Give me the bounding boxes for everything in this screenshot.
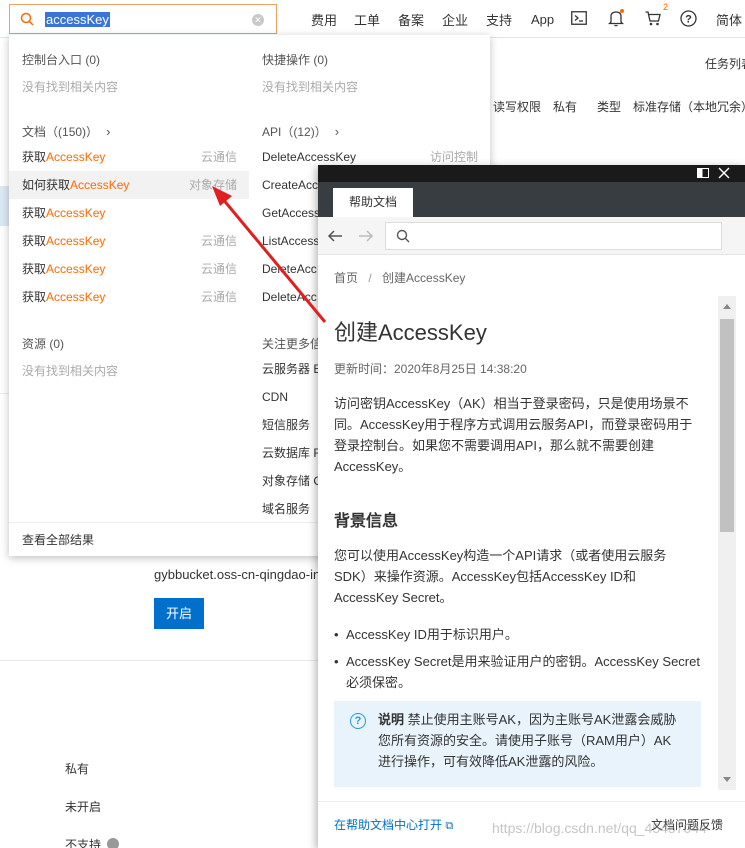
help-tab-bar: 帮助文档 (318, 182, 745, 217)
help-article: 首页 / 创建AccessKey 创建AccessKey 更新时间：2020年8… (318, 256, 745, 801)
cart-icon[interactable] (645, 11, 661, 26)
help-panel-titlebar (318, 165, 745, 182)
dock-icon[interactable] (697, 168, 709, 178)
storage-type-value: 标准存储（本地冗余） (633, 100, 745, 114)
doc-result-item[interactable]: 获取AccessKey 云通信 (9, 283, 249, 311)
background-paragraph: 您可以使用AccessKey构造一个API请求（或者使用云服务SDK）来操作资源… (334, 548, 667, 605)
help-search-input[interactable] (385, 222, 722, 250)
article-updated-time: 更新时间：2020年8月25日 14:38:20 (334, 362, 527, 376)
breadcrumb-current[interactable]: 创建AccessKey (382, 271, 465, 285)
language-switch[interactable]: 简体 (716, 0, 742, 38)
resources-empty: 没有找到相关内容 (22, 364, 119, 378)
nav-support[interactable]: 支持 (486, 0, 512, 38)
bucket-domain: gybbucket.oss-cn-qingdao-in (154, 567, 321, 582)
rw-perm-value: 私有 (553, 100, 578, 114)
bullet-item: AccessKey Secret是用来验证用户的密钥。AccessKey Sec… (334, 651, 706, 693)
scroll-up-icon[interactable] (723, 304, 731, 309)
doc-result-item[interactable]: 获取AccessKey 云通信 (9, 227, 249, 255)
note-text: 说明 禁止使用主账号AK，因为主账号AK泄露会威胁您所有资源的安全。请使用子账号… (378, 712, 677, 769)
close-icon[interactable] (718, 167, 730, 179)
bullet-item: AccessKey ID用于标识用户。 (334, 624, 706, 645)
help-icon[interactable]: ? (680, 10, 697, 27)
bg-highlight-band (0, 186, 9, 226)
forward-arrow-icon[interactable] (358, 229, 374, 243)
bg-divider (0, 660, 318, 661)
breadcrumb-separator: / (368, 271, 372, 285)
quick-ops-empty: 没有找到相关内容 (262, 80, 359, 94)
resources-heading: 资源 (0) (22, 337, 65, 351)
nav-app[interactable]: App (531, 0, 554, 38)
search-icon (396, 229, 410, 243)
quick-ops-heading: 快捷操作 (0) (262, 53, 329, 67)
row-private: 私有 (65, 762, 90, 776)
bg-divider (0, 393, 9, 394)
scrollbar[interactable] (718, 296, 736, 790)
tab-help-docs[interactable]: 帮助文档 (333, 188, 413, 217)
help-doc-panel: 帮助文档 首页 / 创建AccessKey 创建AccessKey 更新时间：2… (318, 165, 745, 848)
top-bar: accessKey ✕ 费用 工单 备案 企业 支持 App 2 ? 简体 (0, 0, 745, 38)
help-nav-bar (318, 217, 745, 255)
article-intro: 访问密钥AccessKey（AK）相当于登录密码，只是使用场景不同。Access… (334, 396, 693, 474)
section-heading-background: 背景信息 (334, 513, 399, 530)
breadcrumb: 首页 / 创建AccessKey (334, 269, 465, 286)
doc-result-item[interactable]: 获取AccessKey (9, 199, 249, 227)
row-disabled: 未开启 (65, 800, 102, 814)
chevron-right-icon: › (106, 124, 111, 139)
nav-enterprise[interactable]: 企业 (442, 0, 468, 38)
open-in-help-center-link[interactable]: 在帮助文档中心打开 ⧉ (334, 816, 453, 833)
global-search[interactable]: accessKey ✕ (9, 4, 277, 34)
docs-heading[interactable]: 文档（(150)） › (22, 123, 110, 140)
console-entry-empty: 没有找到相关内容 (22, 80, 119, 94)
doc-result-item[interactable]: 获取AccessKey 云通信 (9, 255, 249, 283)
terminal-icon[interactable] (571, 11, 587, 25)
nav-icp[interactable]: 备案 (398, 0, 424, 38)
article-title: 创建AccessKey (334, 320, 487, 345)
bell-icon[interactable] (608, 9, 624, 27)
follow-heading: 关注更多信 (262, 337, 323, 351)
note-box: ? 说明 禁止使用主账号AK，因为主账号AK泄露会威胁您所有资源的安全。请使用子… (334, 701, 701, 787)
rw-perm-label: 读写权限 (493, 100, 542, 114)
nav-tickets[interactable]: 工单 (354, 0, 380, 38)
external-link-icon: ⧉ (445, 820, 454, 832)
cart-badge: 2 (663, 2, 669, 12)
api-heading[interactable]: API（(12)） › (262, 123, 339, 140)
scroll-thumb[interactable] (720, 319, 734, 532)
search-input[interactable]: accessKey (45, 12, 110, 27)
scroll-down-icon[interactable] (723, 777, 731, 782)
doc-result-item[interactable]: 获取AccessKey 云通信 (9, 143, 249, 171)
svg-text:?: ? (685, 14, 692, 26)
clear-search-icon[interactable]: ✕ (252, 14, 264, 26)
row-unsupported: 不支持 (65, 838, 102, 848)
info-icon[interactable] (107, 838, 119, 848)
search-icon (20, 12, 34, 26)
console-entry-heading: 控制台入口 (0) (22, 53, 101, 67)
task-list-link[interactable]: 任务列表 (705, 55, 745, 72)
watermark: https://blog.csdn.net/qq_45457044 (492, 820, 707, 836)
question-icon: ? (350, 713, 366, 729)
doc-result-item[interactable]: 如何获取AccessKey 对象存储 (9, 171, 249, 199)
back-arrow-icon[interactable] (327, 229, 343, 243)
breadcrumb-home[interactable]: 首页 (334, 271, 358, 285)
nav-billing[interactable]: 费用 (311, 0, 337, 38)
chevron-right-icon: › (334, 124, 340, 139)
storage-type-label: 类型 (597, 100, 622, 114)
enable-button[interactable]: 开启 (154, 598, 204, 629)
